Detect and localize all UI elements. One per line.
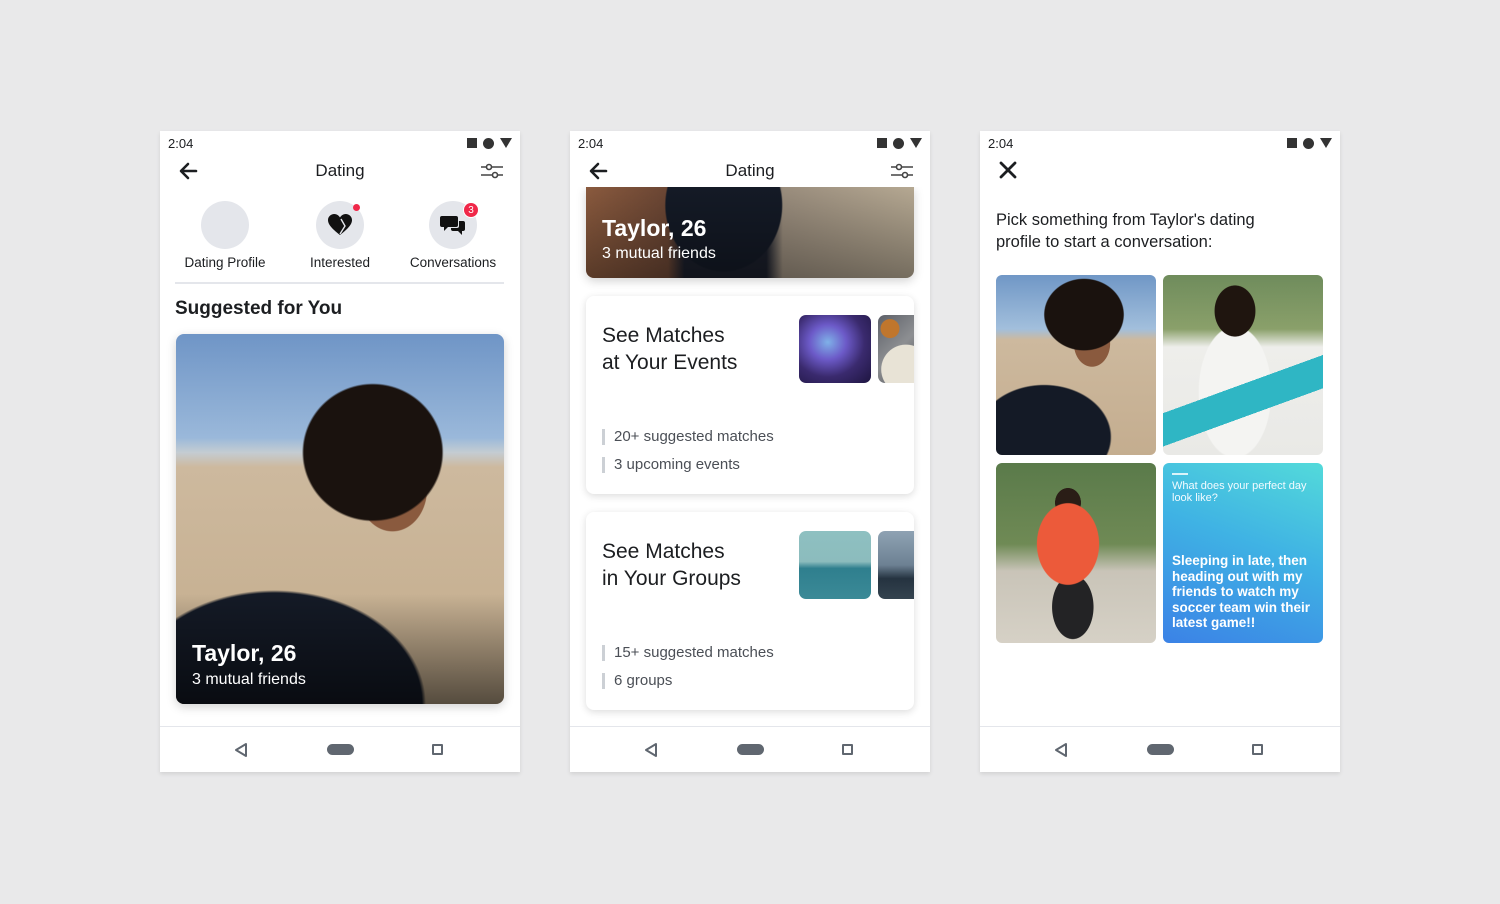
page-title: Dating bbox=[725, 161, 775, 180]
triangle-status-icon bbox=[500, 138, 512, 148]
shortcut-conversations[interactable]: 3 Conversations bbox=[393, 201, 513, 270]
heart-icon bbox=[328, 214, 352, 235]
shortcut-icon-circle: 3 bbox=[429, 201, 479, 249]
status-time: 2:04 bbox=[168, 135, 194, 151]
nav-recents-icon[interactable] bbox=[1252, 744, 1263, 755]
nav-back-icon[interactable] bbox=[234, 742, 248, 758]
profile-question-tile[interactable]: What does your perfect day look like? Sl… bbox=[1163, 463, 1323, 643]
phone-screen-suggested: 2:04 Dating Dating Profile Interested 3 … bbox=[160, 131, 520, 772]
back-arrow-icon[interactable] bbox=[178, 161, 198, 181]
app-bar: Dating bbox=[160, 155, 520, 187]
stat-suggested-matches: 15+ suggested matches bbox=[602, 645, 774, 661]
status-icons bbox=[1287, 137, 1332, 149]
profile-card[interactable]: Taylor, 26 3 mutual friends bbox=[586, 187, 914, 278]
square-status-icon bbox=[467, 138, 477, 148]
avatar bbox=[201, 201, 249, 249]
shortcut-label: Dating Profile bbox=[184, 255, 266, 270]
status-icons bbox=[877, 137, 922, 149]
nav-home-icon[interactable] bbox=[1147, 744, 1174, 755]
nav-back-icon[interactable] bbox=[1054, 742, 1068, 758]
profile-photo-tile[interactable] bbox=[1163, 275, 1323, 455]
shortcut-dating-profile[interactable]: Dating Profile bbox=[165, 201, 285, 270]
android-nav-bar bbox=[980, 726, 1340, 772]
status-bar: 2:04 bbox=[160, 131, 520, 155]
mutual-friends: 3 mutual friends bbox=[602, 245, 716, 262]
divider bbox=[175, 282, 504, 284]
close-icon[interactable] bbox=[998, 160, 1018, 180]
card-title-line: See Matches bbox=[602, 540, 725, 563]
conversation-prompt: Pick something from Taylor's dating prof… bbox=[996, 211, 1255, 251]
filter-sliders-icon[interactable] bbox=[480, 160, 504, 182]
square-status-icon bbox=[877, 138, 887, 148]
stat-groups: 6 groups bbox=[602, 673, 672, 689]
notification-dot bbox=[353, 204, 360, 211]
status-time: 2:04 bbox=[988, 135, 1014, 151]
app-bar: Dating bbox=[570, 155, 930, 187]
nav-home-icon[interactable] bbox=[737, 744, 764, 755]
nav-recents-icon[interactable] bbox=[432, 744, 443, 755]
android-nav-bar bbox=[160, 726, 520, 772]
conversations-badge: 3 bbox=[463, 202, 479, 218]
circle-status-icon bbox=[483, 137, 494, 149]
page-title: Dating bbox=[315, 161, 365, 180]
section-title: Suggested for You bbox=[175, 298, 343, 319]
card-title-line: in Your Groups bbox=[602, 567, 741, 590]
profile-question: What does your perfect day look like? bbox=[1172, 480, 1307, 504]
card-title: See Matches at Your Events bbox=[602, 322, 782, 376]
triangle-status-icon bbox=[910, 138, 922, 148]
profile-photo-tile[interactable] bbox=[996, 463, 1156, 643]
nav-recents-icon[interactable] bbox=[842, 744, 853, 755]
stat-upcoming-events: 3 upcoming events bbox=[602, 457, 740, 473]
circle-status-icon bbox=[1303, 137, 1314, 149]
profile-name: Taylor, 26 bbox=[602, 215, 707, 241]
status-bar: 2:04 bbox=[570, 131, 930, 155]
nav-home-icon[interactable] bbox=[327, 744, 354, 755]
chat-bubbles-icon bbox=[440, 216, 465, 235]
groups-matches-card[interactable]: See Matches in Your Groups 15+ suggested… bbox=[586, 512, 914, 710]
card-title-line: at Your Events bbox=[602, 351, 738, 374]
event-thumbnail bbox=[878, 315, 914, 383]
back-arrow-icon[interactable] bbox=[588, 161, 608, 181]
status-time: 2:04 bbox=[578, 135, 604, 151]
shortcut-label: Conversations bbox=[409, 255, 497, 270]
app-bar bbox=[980, 155, 1340, 187]
profile-answer: Sleeping in late, then heading out with … bbox=[1172, 553, 1311, 630]
profile-photo-tile[interactable] bbox=[996, 275, 1156, 455]
decorative-dash bbox=[1172, 473, 1188, 475]
nav-back-icon[interactable] bbox=[644, 742, 658, 758]
group-thumbnail bbox=[878, 531, 914, 599]
profile-card[interactable]: Taylor, 26 3 mutual friends bbox=[176, 334, 504, 704]
status-bar: 2:04 bbox=[980, 131, 1340, 155]
shortcut-interested[interactable]: Interested bbox=[280, 201, 400, 270]
android-nav-bar bbox=[570, 726, 930, 772]
square-status-icon bbox=[1287, 138, 1297, 148]
phone-screen-matches: 2:04 Dating Taylor, 26 3 mutual friends … bbox=[570, 131, 930, 772]
group-thumbnail bbox=[799, 531, 871, 599]
profile-name: Taylor, 26 bbox=[192, 640, 297, 666]
event-thumbnail bbox=[799, 315, 871, 383]
shortcut-icon-circle bbox=[316, 201, 364, 249]
mutual-friends: 3 mutual friends bbox=[192, 671, 306, 688]
events-matches-card[interactable]: See Matches at Your Events 20+ suggested… bbox=[586, 296, 914, 494]
status-icons bbox=[467, 137, 512, 149]
phone-screen-conversation-starter: 2:04 Pick something from Taylor's dating… bbox=[980, 131, 1340, 772]
card-title: See Matches in Your Groups bbox=[602, 538, 782, 592]
triangle-status-icon bbox=[1320, 138, 1332, 148]
filter-sliders-icon[interactable] bbox=[890, 160, 914, 182]
card-title-line: See Matches bbox=[602, 324, 725, 347]
dating-shortcuts: Dating Profile Interested 3 Conversation… bbox=[160, 201, 520, 271]
shortcut-label: Interested bbox=[309, 255, 371, 270]
circle-status-icon bbox=[893, 137, 904, 149]
stat-suggested-matches: 20+ suggested matches bbox=[602, 429, 774, 445]
